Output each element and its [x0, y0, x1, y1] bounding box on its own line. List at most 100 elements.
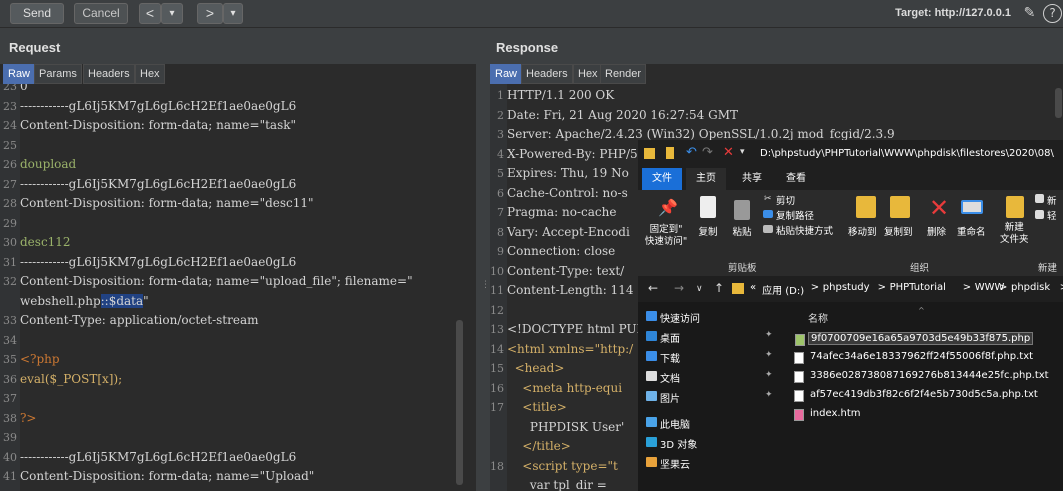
new-folder-button[interactable]: 新建 文件夹 — [1000, 222, 1029, 246]
response-tab-headers[interactable]: Headers — [521, 64, 573, 84]
nav-item[interactable]: 图片 — [646, 390, 680, 405]
line-text: Content-Disposition: form-data; name="Up… — [20, 469, 315, 483]
pane-splitter[interactable]: ⋮ — [476, 28, 490, 491]
line-text: doupload — [20, 157, 77, 171]
request-tab-raw[interactable]: Raw — [3, 64, 36, 84]
copy-to-button[interactable]: 复制到 — [884, 224, 913, 238]
pinned-icon[interactable]: ✦ — [765, 370, 773, 380]
file-item[interactable]: 74afec34a6e18337962ff24f55006f8f.php.txt — [794, 351, 1035, 364]
organize-group-label: 组织 — [910, 263, 930, 274]
breadcrumb-item[interactable]: phpdisk — [1011, 282, 1050, 293]
pinned-icon[interactable]: ✦ — [765, 330, 773, 340]
copy-button[interactable]: 复制 — [694, 224, 722, 238]
easy-access-button[interactable]: 轻 — [1047, 208, 1057, 222]
line-number: 8 — [497, 225, 504, 239]
cancel-button[interactable]: Cancel — [74, 3, 128, 24]
forward-history-dropdown[interactable]: ▾ — [223, 3, 243, 24]
paste-shortcut-button[interactable]: 粘贴快捷方式 — [776, 223, 833, 237]
up-arrow-icon[interactable]: ↑ — [714, 281, 724, 295]
breadcrumb-item[interactable]: « — [750, 282, 756, 293]
line-text: desc112 — [20, 235, 71, 249]
line-number: 13 — [490, 323, 504, 336]
response-line: 13 <!DOCTYPE html PUBL — [490, 320, 653, 340]
ribbon-tab-home[interactable]: 主页 — [686, 168, 726, 190]
nav-item[interactable]: 桌面 — [646, 330, 680, 345]
pinned-icon[interactable]: ✦ — [765, 350, 773, 360]
customize-toolbar-icon[interactable]: ▾ — [740, 147, 745, 157]
line-text: eval($_POST[x]); — [20, 371, 123, 386]
line-text: Cache-Control: no-s — [507, 185, 628, 200]
copy-path-button[interactable]: 复制路径 — [776, 208, 814, 222]
line-number: 1 — [497, 89, 504, 102]
paste-button[interactable]: 粘贴 — [728, 224, 756, 238]
pinned-icon[interactable]: ✦ — [765, 390, 773, 400]
help-icon[interactable]: ? — [1043, 4, 1062, 23]
back-history-dropdown[interactable]: ▾ — [161, 3, 183, 24]
properties-icon[interactable] — [666, 147, 674, 159]
nav-item[interactable]: 坚果云 — [646, 456, 690, 471]
response-line: 6 Cache-Control: no-s — [490, 184, 628, 204]
request-line: 32 Content-Disposition: form-data; name="… — [0, 272, 413, 292]
line-text: Connection: close — [507, 244, 616, 258]
move-to-button[interactable]: 移动到 — [848, 224, 877, 238]
nav-item[interactable]: 此电脑 — [646, 416, 690, 431]
recent-dropdown-icon[interactable]: ∨ — [696, 284, 703, 294]
undo-icon[interactable]: ↶ — [686, 145, 697, 160]
line-text: var tpl_dir = — [507, 478, 607, 491]
response-tab-raw[interactable]: Raw — [490, 64, 523, 84]
line-number: 40 — [3, 450, 17, 464]
delete-quick-icon[interactable]: ✕ — [723, 145, 734, 160]
cut-button[interactable]: 剪切 — [776, 193, 795, 207]
response-scrollbar[interactable] — [1055, 88, 1062, 118]
breadcrumb-item[interactable]: phpstudy — [823, 282, 870, 293]
line-number: 31 — [3, 255, 17, 269]
request-editor[interactable]: 23 0 23 ------------gL6Ij5KM7gL6gL6cH2Ef1ae… — [0, 84, 466, 491]
breadcrumb-separator-icon: > — [810, 282, 820, 293]
breadcrumb-item[interactable]: 应用 (D:) — [762, 282, 804, 297]
edit-pencil-icon[interactable]: ✎ — [1020, 4, 1039, 23]
response-line: 10 Content-Type: text/ — [490, 262, 624, 282]
file-item[interactable]: 9f0700709e16a65a9703d5e49b33f875.php — [795, 332, 1034, 346]
request-tab-headers[interactable]: Headers — [83, 64, 135, 84]
request-line: 30 desc112 — [0, 233, 71, 253]
file-item[interactable]: af57ec419db3f82c6f2f4e5b730d5c5a.php.txt — [794, 389, 1040, 402]
request-title: Request — [9, 40, 61, 55]
new-item-button[interactable]: 新 — [1047, 193, 1057, 207]
request-scrollbar[interactable] — [456, 320, 463, 485]
line-text: Content-Type: application/octet-stream — [20, 313, 259, 327]
forward-arrow-icon[interactable]: → — [674, 281, 684, 295]
breadcrumb-item[interactable]: PHPTutorial — [890, 282, 946, 293]
response-tab-hex[interactable]: Hex — [573, 64, 603, 84]
back-arrow-icon[interactable]: ← — [648, 281, 658, 295]
ribbon-tab-view[interactable]: 查看 — [776, 168, 816, 190]
line-text-tail: " — [143, 293, 149, 308]
request-line: 24 Content-Disposition: form-data; name="… — [0, 116, 296, 136]
request-tab-params[interactable]: Params — [34, 64, 82, 84]
rename-icon — [961, 200, 983, 214]
breadcrumb-separator-icon: > — [962, 282, 972, 293]
selected-text: ::$data — [100, 293, 144, 308]
delete-button[interactable]: 删除 — [927, 224, 946, 238]
file-item[interactable]: 3386e028738087169276b813444e25fc.php.txt — [794, 370, 1051, 383]
forward-button[interactable]: > — [197, 3, 223, 24]
line-text: 0 — [20, 84, 28, 93]
send-button[interactable]: Send — [10, 3, 64, 24]
address-folder-icon — [732, 283, 744, 294]
nav-item[interactable]: 3D 对象 — [646, 436, 697, 451]
rename-button[interactable]: 重命名 — [957, 224, 986, 238]
file-item[interactable]: index.htm — [794, 408, 863, 421]
nav-item[interactable]: 下载 — [646, 350, 680, 365]
response-tab-render[interactable]: Render — [600, 64, 647, 84]
redo-icon[interactable]: ↷ — [702, 145, 713, 160]
nav-item[interactable]: 快速访问 — [646, 310, 700, 325]
response-line: var tpl_dir = — [490, 476, 607, 491]
request-tab-hex[interactable]: Hex — [135, 64, 165, 84]
line-number: 15 — [490, 362, 504, 375]
pin-quick-access-button[interactable]: 固定到" 快速访问" — [644, 224, 688, 248]
name-column-header[interactable]: 名称 — [808, 310, 828, 325]
ribbon-tab-share[interactable]: 共享 — [732, 168, 772, 190]
ribbon-tab-file[interactable]: 文件 — [642, 168, 682, 190]
line-number: 36 — [3, 372, 17, 386]
nav-item[interactable]: 文档 — [646, 370, 680, 385]
back-button[interactable]: < — [139, 3, 161, 24]
